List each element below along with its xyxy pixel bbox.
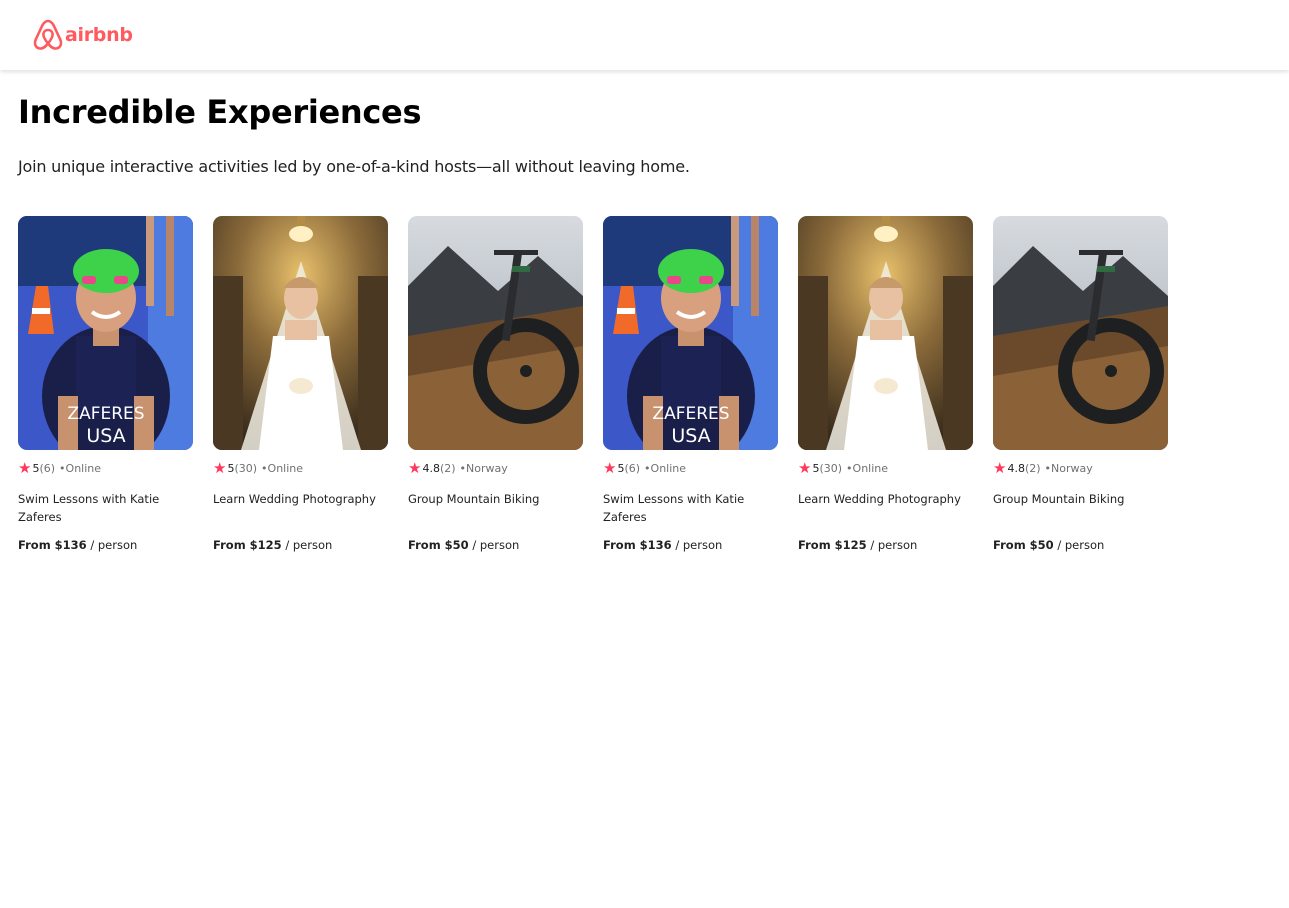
star-icon: ★ <box>798 458 812 477</box>
brand-name: airbnb <box>65 24 133 46</box>
star-icon: ★ <box>993 458 1007 477</box>
card-stats: ★ 4.8 (2) •Norway <box>408 460 583 476</box>
card-price: From $125 / person <box>213 538 388 552</box>
location-label: •Online <box>644 461 687 475</box>
price-unit: / person <box>1053 538 1105 552</box>
card-price: From $136 / person <box>18 538 193 552</box>
rating-value: 5 <box>227 461 235 475</box>
card-title: Swim Lessons with Katie Zaferes <box>603 492 745 524</box>
review-count: (6) <box>624 461 641 475</box>
price-unit: / person <box>866 538 918 552</box>
star-icon: ★ <box>213 458 227 477</box>
location-label: •Norway <box>459 461 508 475</box>
page-subtitle: Join unique interactive activities led b… <box>18 157 690 176</box>
star-icon: ★ <box>18 458 32 477</box>
location-label: •Norway <box>1044 461 1093 475</box>
top-navbar: airbnb <box>0 0 1289 70</box>
rating-value: 4.8 <box>1007 461 1025 475</box>
airbnb-logo[interactable]: airbnb <box>33 19 133 51</box>
airbnb-logo-icon <box>33 19 63 50</box>
review-count: (2) <box>1024 461 1041 475</box>
review-count: (6) <box>39 461 56 475</box>
review-count: (30) <box>819 461 843 475</box>
location-label: •Online <box>846 461 889 475</box>
bride-photo[interactable] <box>798 216 973 450</box>
experience-card[interactable]: ★ 5 (30) •Online Learn Wedding Photograp… <box>213 216 388 552</box>
rating-value: 4.8 <box>422 461 440 475</box>
card-price: From $50 / person <box>993 538 1168 552</box>
card-price: From $136 / person <box>603 538 778 552</box>
card-title: Learn Wedding Photography <box>798 492 961 506</box>
rating-value: 5 <box>812 461 820 475</box>
experience-card[interactable]: ★ 5 (6) •Online Swim Lessons with Katie … <box>18 216 193 552</box>
mountain-bike-photo[interactable] <box>993 216 1168 450</box>
card-stats: ★ 5 (30) •Online <box>798 460 973 476</box>
card-title: Learn Wedding Photography <box>213 492 376 506</box>
price-amount: From $50 <box>993 538 1054 552</box>
card-stats: ★ 5 (30) •Online <box>213 460 388 476</box>
card-title: Group Mountain Biking <box>993 492 1125 506</box>
card-title: Swim Lessons with Katie Zaferes <box>18 492 160 524</box>
experience-card[interactable]: ★ 5 (30) •Online Learn Wedding Photograp… <box>798 216 973 552</box>
swimmer-photo[interactable] <box>18 216 193 450</box>
card-stats: ★ 5 (6) •Online <box>603 460 778 476</box>
location-label: •Online <box>59 461 102 475</box>
swimmer-photo[interactable] <box>603 216 778 450</box>
rating-value: 5 <box>617 461 625 475</box>
price-amount: From $125 <box>213 538 282 552</box>
price-unit: / person <box>86 538 138 552</box>
price-amount: From $136 <box>603 538 672 552</box>
card-title: Group Mountain Biking <box>408 492 540 506</box>
price-unit: / person <box>671 538 723 552</box>
star-icon: ★ <box>603 458 617 477</box>
rating-value: 5 <box>32 461 40 475</box>
experience-card[interactable]: ★ 4.8 (2) •Norway Group Mountain Biking … <box>408 216 583 552</box>
card-stats: ★ 4.8 (2) •Norway <box>993 460 1168 476</box>
price-amount: From $136 <box>18 538 87 552</box>
card-price: From $125 / person <box>798 538 973 552</box>
card-stats: ★ 5 (6) •Online <box>18 460 193 476</box>
price-amount: From $50 <box>408 538 469 552</box>
experience-card[interactable]: ★ 5 (6) •Online Swim Lessons with Katie … <box>603 216 778 552</box>
price-unit: / person <box>468 538 520 552</box>
card-price: From $50 / person <box>408 538 583 552</box>
mountain-bike-photo[interactable] <box>408 216 583 450</box>
review-count: (30) <box>234 461 258 475</box>
experience-card[interactable]: ★ 4.8 (2) •Norway Group Mountain Biking … <box>993 216 1168 552</box>
price-amount: From $125 <box>798 538 867 552</box>
page-title: Incredible Experiences <box>18 93 422 131</box>
price-unit: / person <box>281 538 333 552</box>
review-count: (2) <box>439 461 456 475</box>
location-label: •Online <box>261 461 304 475</box>
bride-photo[interactable] <box>213 216 388 450</box>
star-icon: ★ <box>408 458 422 477</box>
experience-card-list: ★ 5 (6) •Online Swim Lessons with Katie … <box>18 216 1168 552</box>
